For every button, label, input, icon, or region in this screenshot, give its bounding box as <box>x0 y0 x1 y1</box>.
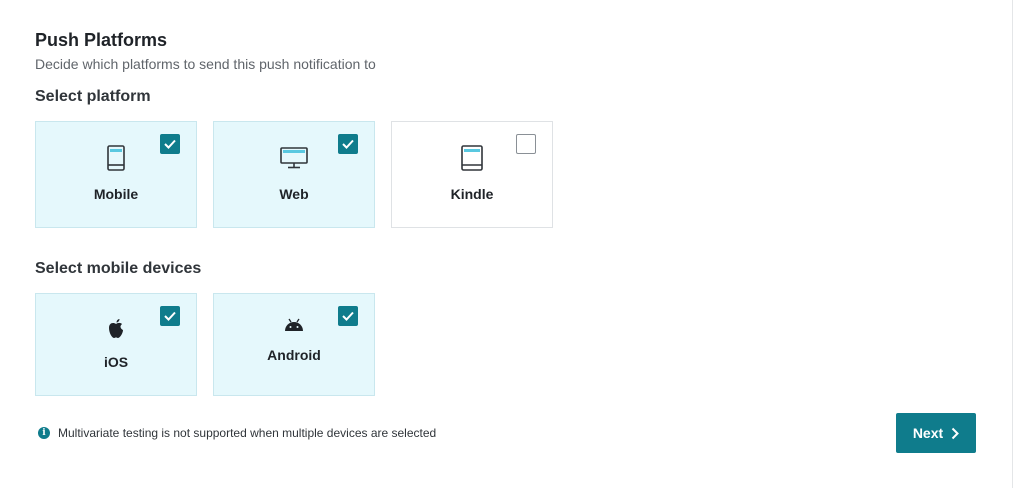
section-description: Decide which platforms to send this push… <box>35 56 376 72</box>
desktop-monitor-icon <box>280 147 308 169</box>
platform-card-kindle[interactable]: Kindle <box>391 121 553 228</box>
tablet-icon <box>461 145 483 171</box>
android-icon <box>284 318 304 332</box>
web-checkbox[interactable] <box>338 134 358 154</box>
info-message: i Multivariate testing is not supported … <box>38 426 436 440</box>
mobile-checkbox[interactable] <box>160 134 180 154</box>
platform-card-web[interactable]: Web <box>213 121 375 228</box>
android-checkbox[interactable] <box>338 306 358 326</box>
platform-label-kindle: Kindle <box>450 186 494 202</box>
check-icon <box>342 139 354 149</box>
device-card-android[interactable]: Android <box>213 293 375 396</box>
platform-label-mobile: Mobile <box>93 186 139 202</box>
kindle-checkbox[interactable] <box>516 134 536 154</box>
platform-label-web: Web <box>279 186 309 202</box>
apple-icon <box>107 318 125 340</box>
check-icon <box>164 139 176 149</box>
device-label-android: Android <box>267 347 321 363</box>
check-icon <box>164 311 176 321</box>
chevron-right-icon <box>951 427 960 439</box>
mobile-phone-icon <box>107 145 125 171</box>
next-button[interactable]: Next <box>896 413 976 453</box>
section-title: Push Platforms <box>35 30 168 50</box>
ios-checkbox[interactable] <box>160 306 180 326</box>
select-mobile-devices-label: Select mobile devices <box>35 260 202 277</box>
next-button-label: Next <box>912 425 944 441</box>
select-platform-label: Select platform <box>35 88 151 105</box>
info-icon: i <box>38 427 50 439</box>
info-text: Multivariate testing is not supported wh… <box>58 426 437 440</box>
device-card-ios[interactable]: iOS <box>35 293 197 396</box>
device-label-ios: iOS <box>103 354 129 370</box>
platform-card-mobile[interactable]: Mobile <box>35 121 197 228</box>
push-platforms-panel: Push Platforms Decide which platforms to… <box>0 0 1013 488</box>
check-icon <box>342 311 354 321</box>
